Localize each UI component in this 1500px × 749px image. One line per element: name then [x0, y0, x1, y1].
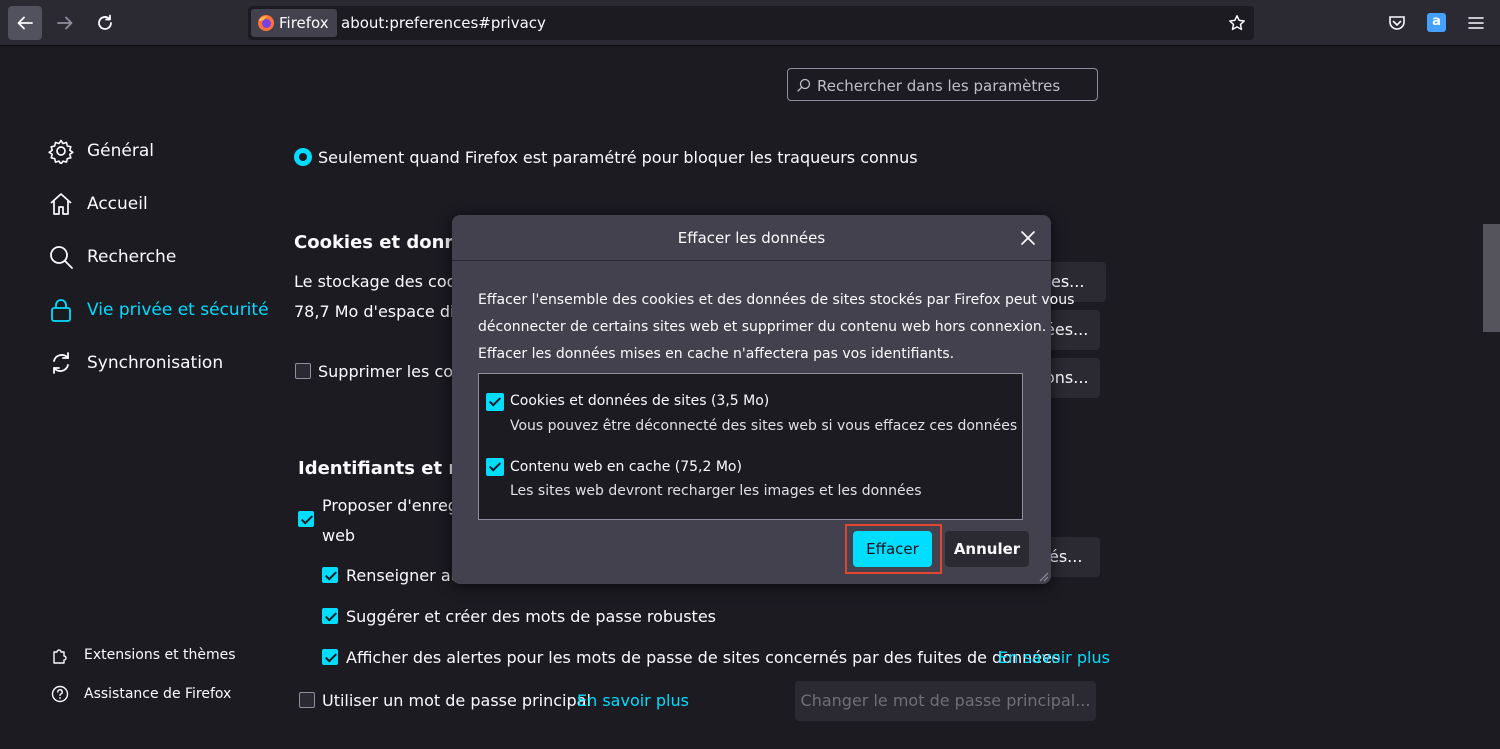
puzzle-icon	[53, 649, 67, 664]
reload-button[interactable]	[88, 6, 122, 40]
identity-box[interactable]: Firefox	[251, 9, 337, 37]
sidebar-item-label: Recherche	[87, 247, 177, 267]
sidebar-item-label: Vie privée et sécurité	[87, 300, 269, 320]
primary-password-label: Utiliser un mot de passe principal	[322, 691, 591, 710]
breach-alerts-label: Afficher des alertes pour les mots de pa…	[346, 648, 1061, 667]
hamburger-menu-icon[interactable]	[1467, 14, 1485, 32]
breach-learn-more-link[interactable]: En savoir plus	[998, 648, 1110, 667]
cookies-heading: Cookies et donné	[294, 232, 470, 253]
reload-icon	[98, 14, 112, 30]
sync-icon	[53, 352, 69, 374]
sidebar-item-label: Général	[87, 141, 154, 161]
lock-icon	[51, 299, 71, 322]
tracking-radio-selected[interactable]	[294, 148, 312, 166]
dialog-divider	[452, 260, 1051, 261]
propose-save-label-line2: web	[322, 526, 356, 545]
dialog-title: Effacer les données	[677, 229, 826, 247]
sidebar-item-search[interactable]: Recherche	[48, 244, 176, 270]
extension-icon[interactable]: a	[1427, 13, 1446, 32]
pocket-icon[interactable]	[1388, 14, 1406, 32]
delete-cookies-label: Supprimer les coo	[318, 362, 463, 381]
propose-save-label-line1: Proposer d'enregi	[322, 496, 463, 515]
cookies-site-data-label: Cookies et données de sites (3,5 Mo)	[510, 393, 770, 409]
suggest-passwords-label: Suggérer et créer des mots de passe robu…	[346, 607, 717, 626]
resize-grip-icon[interactable]	[1037, 570, 1049, 582]
change-primary-password-button[interactable]: Changer le mot de passe principal...	[795, 681, 1096, 721]
cookies-site-data-checkbox[interactable]	[486, 393, 504, 411]
cookies-desc-line1: Le stockage des cook	[294, 272, 466, 291]
search-icon	[50, 246, 73, 269]
manage-exceptions-button[interactable]: ons...	[1045, 358, 1100, 398]
cached-content-checkbox[interactable]	[486, 458, 504, 476]
propose-save-checkbox[interactable]	[298, 511, 314, 527]
browser-toolbar: Firefox about:preferences#privacy a	[0, 0, 1500, 46]
sidebar-item-label: Accueil	[87, 194, 148, 214]
dialog-options-list: Cookies et données de sites (3,5 Mo) Vou…	[478, 373, 1023, 520]
manage-data-button[interactable]: ées...	[1045, 310, 1100, 350]
sidebar-item-label: Synchronisation	[87, 353, 224, 373]
identity-label: Firefox	[279, 14, 329, 32]
autofill-label: Renseigner aut	[346, 566, 468, 585]
page-scrollbar-thumb[interactable]	[1483, 224, 1500, 332]
star-icon[interactable]	[1228, 14, 1246, 32]
back-button[interactable]	[8, 6, 42, 40]
forward-button[interactable]	[48, 6, 82, 40]
close-icon[interactable]	[1017, 227, 1039, 249]
url-bar[interactable]: Firefox about:preferences#privacy	[248, 6, 1254, 40]
url-text[interactable]: about:preferences#privacy	[341, 14, 546, 32]
cached-content-label: Contenu web en cache (75,2 Mo)	[510, 459, 742, 475]
sidebar-support-label: Assistance de Firefox	[84, 686, 232, 702]
arrow-right-icon	[57, 16, 73, 30]
cookies-desc-line2: 78,7 Mo d'espace disc	[294, 302, 472, 321]
dialog-description-line2: déconnecter de certains sites web et sup…	[478, 319, 1047, 335]
sidebar-item-privacy[interactable]: Vie privée et sécurité	[48, 297, 269, 323]
cancel-button[interactable]: Annuler	[945, 531, 1029, 567]
breach-alerts-checkbox[interactable]	[322, 649, 338, 665]
sidebar-extensions-label: Extensions et thèmes	[84, 647, 236, 663]
sidebar-extensions-link[interactable]: Extensions et thèmes	[51, 646, 236, 664]
sidebar-item-sync[interactable]: Synchronisation	[48, 350, 223, 376]
primary-password-learn-more-link[interactable]: En savoir plus	[577, 691, 689, 710]
clear-button[interactable]: Effacer	[853, 531, 932, 567]
dialog-description-line1: Effacer l'ensemble des cookies et des do…	[478, 292, 1075, 308]
suggest-passwords-checkbox[interactable]	[322, 608, 338, 624]
clear-data-dialog: Effacer les données Effacer l'ensemble d…	[452, 215, 1074, 584]
cached-content-desc: Les sites web devront recharger les imag…	[510, 483, 922, 499]
firefox-logo-icon	[258, 15, 274, 31]
delete-cookies-checkbox[interactable]	[295, 363, 311, 379]
dialog-description-line3: Effacer les données mises en cache n'aff…	[478, 346, 955, 362]
settings-search-input[interactable]: Rechercher dans les paramètres	[787, 68, 1098, 101]
home-icon	[50, 193, 72, 215]
help-icon	[51, 685, 69, 703]
arrow-left-icon	[17, 16, 33, 30]
sidebar-item-home[interactable]: Accueil	[48, 191, 148, 217]
sidebar-item-general[interactable]: Général	[48, 138, 154, 164]
cookies-site-data-desc: Vous pouvez être déconnecté des sites we…	[510, 418, 1018, 434]
tracking-radio-label: Seulement quand Firefox est paramétré po…	[318, 148, 918, 167]
gear-icon	[48, 139, 74, 164]
sidebar-support-link[interactable]: Assistance de Firefox	[51, 685, 231, 703]
search-icon	[797, 78, 811, 92]
login-exceptions-button[interactable]: és...	[1045, 537, 1100, 577]
primary-password-checkbox[interactable]	[299, 692, 315, 708]
search-placeholder: Rechercher dans les paramètres	[817, 77, 1061, 95]
autofill-checkbox[interactable]	[322, 567, 338, 583]
